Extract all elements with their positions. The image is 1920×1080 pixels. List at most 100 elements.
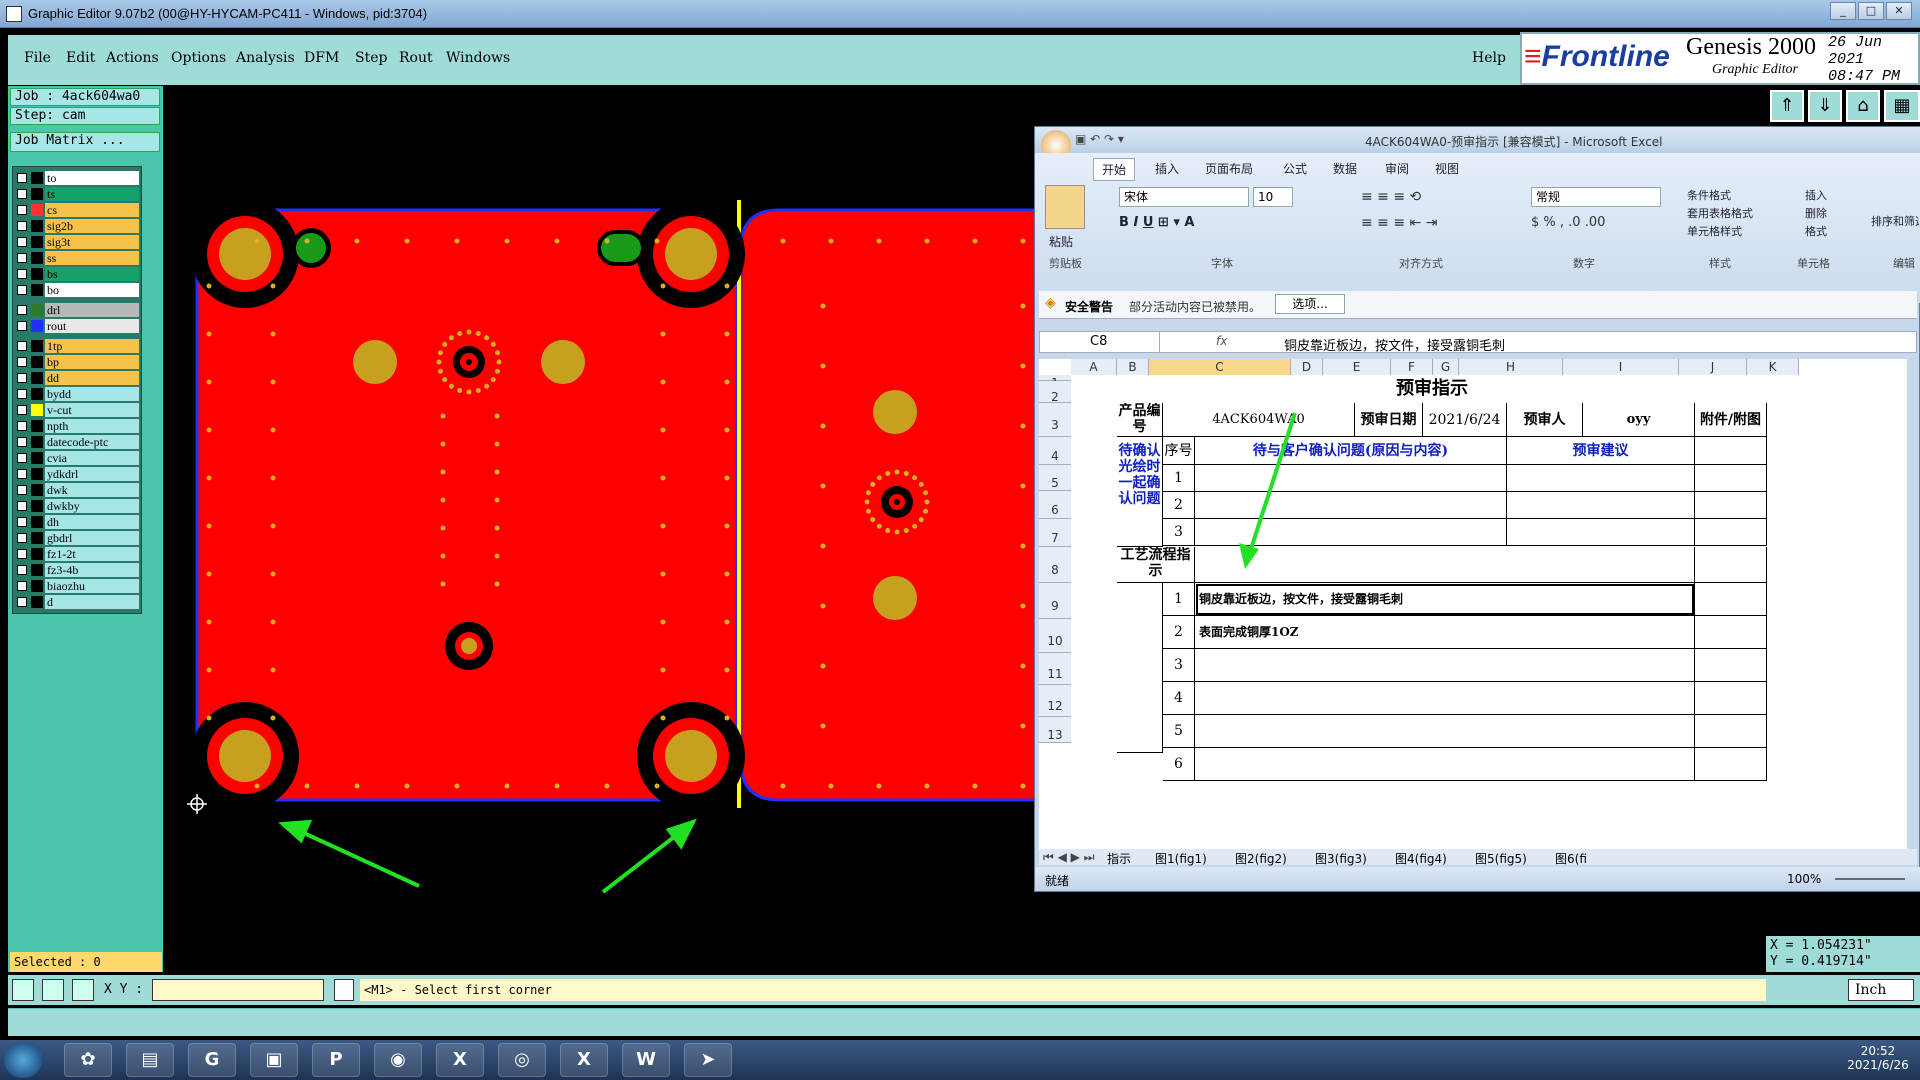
number-icons[interactable]: $ % , .0 .00 (1531, 215, 1605, 230)
number-format-box[interactable]: 常规 (1531, 187, 1661, 207)
layer-checkbox[interactable] (17, 253, 27, 263)
quick-access-icons[interactable]: ▣ ↶ ↷ ▾ (1075, 132, 1124, 146)
menu-edit[interactable]: Edit (66, 50, 95, 66)
layer-checkbox[interactable] (17, 341, 27, 351)
menu-actions[interactable]: Actions (106, 50, 159, 66)
layer-name[interactable]: bo (45, 283, 139, 297)
layer-row[interactable]: bp (15, 355, 139, 369)
layer-row[interactable]: gbdrl (15, 531, 139, 545)
layer-name[interactable]: dd (45, 371, 139, 385)
layer-row[interactable]: npth (15, 419, 139, 433)
layer-row[interactable]: dd (15, 371, 139, 385)
layer-checkbox[interactable] (17, 305, 27, 315)
layer-name[interactable]: datecode-ptc (45, 435, 139, 449)
menu-options[interactable]: Options (171, 50, 226, 66)
taskbar-app-11[interactable]: ➤ (684, 1043, 732, 1077)
function-icon[interactable]: fx (1216, 334, 1227, 348)
layer-row[interactable]: dwkby (15, 499, 139, 513)
tab-home[interactable]: 开始 (1093, 158, 1136, 181)
tab-insert[interactable]: 插入 (1155, 160, 1179, 177)
units-selector[interactable]: Inch (1848, 979, 1914, 1001)
layer-name[interactable]: gbdrl (45, 531, 139, 545)
taskbar-app-5[interactable]: P (312, 1043, 360, 1077)
taskbar-excel[interactable]: X (560, 1043, 608, 1077)
grid-icon[interactable] (72, 979, 94, 1001)
layer-row[interactable]: to (15, 171, 139, 185)
table-format-button[interactable]: 套用表格格式 (1687, 205, 1753, 221)
maximize-button[interactable]: □ (1858, 2, 1884, 20)
home-up-icon[interactable]: ⇑ (1770, 90, 1804, 122)
layer-row[interactable]: 1tp (15, 339, 139, 353)
security-options-button[interactable]: 选项... (1275, 294, 1345, 314)
delete-cells-button[interactable]: 删除 (1805, 205, 1827, 221)
layer-checkbox[interactable] (17, 221, 27, 231)
layer-checkbox[interactable] (17, 565, 27, 575)
layer-checkbox[interactable] (17, 189, 27, 199)
layer-row[interactable]: dh (15, 515, 139, 529)
layer-checkbox[interactable] (17, 357, 27, 367)
layer-row[interactable]: drl (15, 303, 139, 317)
layer-checkbox[interactable] (17, 581, 27, 591)
layer-checkbox[interactable] (17, 237, 27, 247)
layer-checkbox[interactable] (17, 421, 27, 431)
layer-row[interactable]: rout (15, 319, 139, 333)
layer-name[interactable]: ss (45, 251, 139, 265)
layer-checkbox[interactable] (17, 485, 27, 495)
layer-name[interactable]: sig3t (45, 235, 139, 249)
layer-row[interactable]: bs (15, 267, 139, 281)
font-size-box[interactable]: 10 (1253, 187, 1293, 207)
layer-row[interactable]: sig2b (15, 219, 139, 233)
layer-row[interactable]: d (15, 595, 139, 609)
layer-row[interactable]: bydd (15, 387, 139, 401)
layer-checkbox[interactable] (17, 173, 27, 183)
layer-name[interactable]: dwk (45, 483, 139, 497)
layer-name[interactable]: d (45, 595, 139, 609)
layer-name[interactable]: ydkdrl (45, 467, 139, 481)
conditional-format-button[interactable]: 条件格式 (1687, 187, 1731, 203)
paste-icon[interactable] (1045, 185, 1085, 229)
layer-name[interactable]: ts (45, 187, 139, 201)
layer-row[interactable]: cs (15, 203, 139, 217)
zoom-slider[interactable] (1835, 878, 1905, 880)
layer-checkbox[interactable] (17, 517, 27, 527)
align-icons[interactable]: ≡ ≡ ≡ ⟲ (1361, 189, 1421, 205)
taskbar-app-1[interactable]: ✿ (64, 1043, 112, 1077)
layer-checkbox[interactable] (17, 205, 27, 215)
layer-row[interactable]: sig3t (15, 235, 139, 249)
insert-cells-button[interactable]: 插入 (1805, 187, 1827, 203)
layer-name[interactable]: dh (45, 515, 139, 529)
layer-checkbox[interactable] (17, 373, 27, 383)
cell-style-button[interactable]: 单元格样式 (1687, 223, 1742, 239)
layer-checkbox[interactable] (17, 469, 27, 479)
start-button[interactable] (4, 1042, 42, 1078)
sheet-tab-4[interactable]: 图3(fig3) (1315, 850, 1367, 867)
job-matrix-button[interactable]: Job Matrix ... (10, 132, 160, 152)
layer-row[interactable]: ydkdrl (15, 467, 139, 481)
layer-row[interactable]: ss (15, 251, 139, 265)
layer-checkbox[interactable] (17, 533, 27, 543)
layer-checkbox[interactable] (17, 405, 27, 415)
measure-icon[interactable] (42, 979, 64, 1001)
bold-icon[interactable]: B I U ⊞ ▾ A (1119, 215, 1194, 230)
taskbar-app-3[interactable]: G (188, 1043, 236, 1077)
layer-checkbox[interactable] (17, 437, 27, 447)
minimize-button[interactable]: _ (1830, 2, 1856, 20)
sheet-tab-2[interactable]: 图1(fig1) (1155, 850, 1207, 867)
layer-row[interactable]: biaozhu (15, 579, 139, 593)
layer-row[interactable]: bo (15, 283, 139, 297)
taskbar-app-2[interactable]: ▤ (126, 1043, 174, 1077)
taskbar-app-4[interactable]: ▣ (250, 1043, 298, 1077)
taskbar-word[interactable]: W (622, 1043, 670, 1077)
sheet-tab-1[interactable]: 指示 (1107, 850, 1131, 867)
font-name-box[interactable]: 宋体 (1119, 187, 1249, 207)
paste-label[interactable]: 粘贴 (1049, 233, 1073, 250)
layer-name[interactable]: dwkby (45, 499, 139, 513)
layer-name[interactable]: v-cut (45, 403, 139, 417)
menu-rout[interactable]: Rout (399, 50, 433, 66)
formula-text[interactable]: 铜皮靠近板边，按文件，接受露铜毛刺 (1284, 335, 1505, 354)
close-button[interactable]: ✕ (1886, 2, 1912, 20)
window-icon[interactable]: ▦ (1884, 90, 1920, 122)
spreadsheet-grid[interactable]: ABCDEFGHIJK12345678910111213预审指示产品编号4ACK… (1039, 359, 1907, 849)
layer-name[interactable]: bydd (45, 387, 139, 401)
layer-checkbox[interactable] (17, 501, 27, 511)
